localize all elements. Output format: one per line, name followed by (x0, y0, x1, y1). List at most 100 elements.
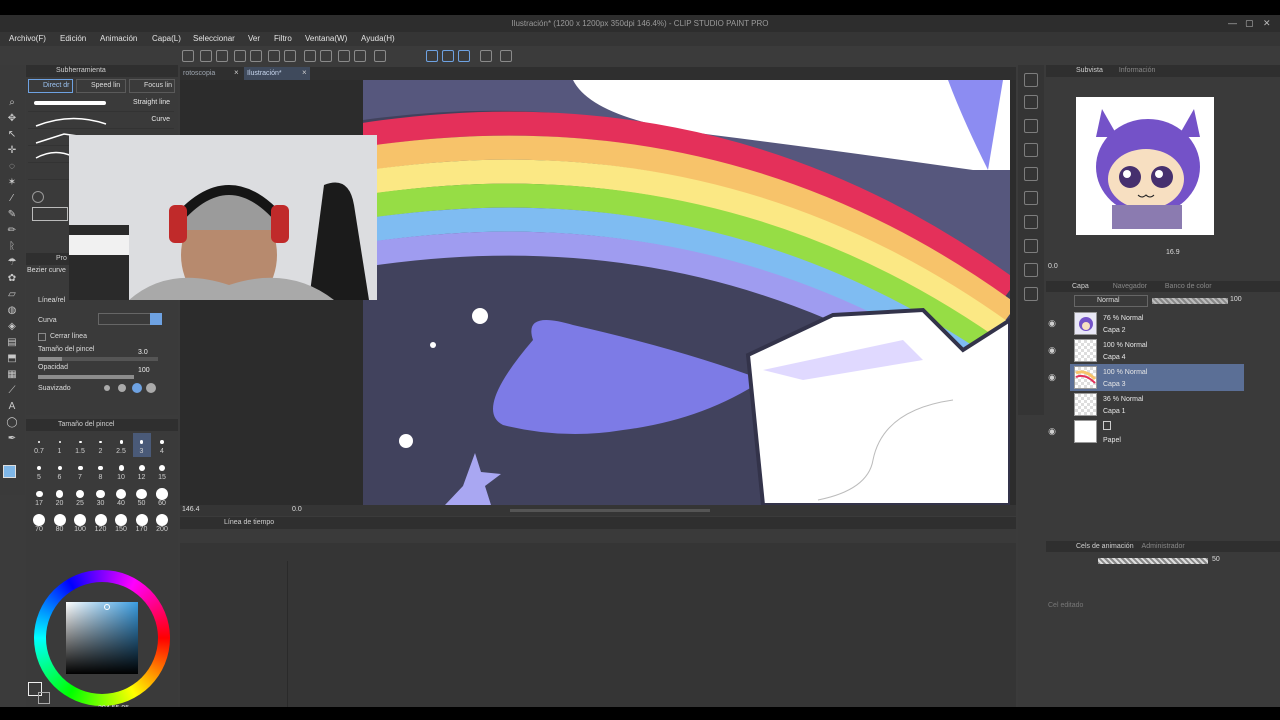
brush-size-cell[interactable]: 6 (51, 459, 70, 483)
tab-focus-lines[interactable]: Focus lin (129, 79, 175, 93)
brush-size-cell[interactable]: 50 (133, 485, 152, 509)
brush-curve[interactable]: Curve (28, 112, 174, 129)
layer-property-icon[interactable] (1024, 191, 1038, 205)
menu-animacion[interactable]: Animación (100, 34, 137, 43)
layer-row-capa-3[interactable]: 100 % Normal Capa 3 (1070, 364, 1244, 391)
brush-size-cell[interactable]: 5 (30, 459, 49, 483)
close-icon[interactable]: ✕ (1263, 15, 1271, 32)
circle-shape-icon[interactable] (32, 191, 44, 203)
subview-reference-image[interactable] (1076, 97, 1214, 235)
close-tab-icon[interactable]: × (302, 68, 307, 77)
tab-manager[interactable]: Administrador (1142, 543, 1185, 550)
ruler-snap-icon[interactable] (426, 50, 438, 62)
auto-actions-icon[interactable] (1024, 239, 1038, 253)
brush-size-cell[interactable]: 3 (132, 433, 151, 457)
color-picker-handle[interactable] (104, 604, 110, 610)
brush-size-slider[interactable] (38, 357, 158, 361)
subview-rotation-value[interactable]: 0.0 (1048, 263, 1058, 270)
layer-search-icon[interactable] (1024, 263, 1038, 277)
brush-size-cell[interactable]: 12 (133, 459, 152, 483)
brush-size-cell[interactable]: 4 (153, 433, 172, 457)
brush-size-cell[interactable]: 70 (30, 511, 49, 535)
opacity-value[interactable]: 100 (138, 367, 150, 374)
gradient-icon[interactable]: ▤ (6, 337, 18, 349)
brush-size-cell[interactable]: 2.5 (112, 433, 131, 457)
reference-icon[interactable] (1024, 167, 1038, 181)
maximize-icon[interactable]: ▢ (1245, 15, 1254, 32)
menu-archivo[interactable]: Archivo(F) (9, 34, 46, 43)
layer-opacity-slider[interactable] (1152, 298, 1228, 304)
tab-animation-cels[interactable]: Cels de animación (1076, 543, 1134, 550)
curve-type-selector[interactable] (98, 313, 158, 325)
brush-size-cell[interactable]: 20 (51, 485, 70, 509)
layer-row-capa-1[interactable]: 36 % Normal Capa 1 (1070, 391, 1244, 418)
tab-rotoscopia[interactable]: rotoscopia (180, 67, 242, 80)
pen-icon[interactable]: ✎ (6, 209, 18, 221)
brush-size-cell[interactable]: 0.7 (30, 433, 49, 457)
brush-size-cell[interactable]: 120 (92, 511, 111, 535)
grid-snap-icon[interactable] (458, 50, 470, 62)
brush-size-cell[interactable]: 15 (153, 459, 172, 483)
sub-color-swatch[interactable] (38, 692, 50, 704)
tab-color-set[interactable]: Banco de color (1165, 283, 1212, 290)
close-tab-icon[interactable]: × (234, 68, 239, 77)
save-icon[interactable] (216, 50, 228, 62)
tab-ilustracion[interactable]: Ilustración* (244, 67, 310, 80)
print-icon[interactable] (250, 50, 262, 62)
transform-icon[interactable] (354, 50, 366, 62)
new-file-icon[interactable] (182, 50, 194, 62)
main-color-chip[interactable] (3, 465, 16, 478)
smoothing-presets[interactable] (104, 383, 162, 393)
menu-capa[interactable]: Capa(L) (152, 34, 181, 43)
brush-straight-line[interactable]: Straight line (28, 95, 174, 112)
blend-mode-select[interactable]: Normal (1074, 295, 1148, 307)
zoom-value[interactable]: 146.4 (182, 506, 200, 513)
fill-bucket-icon[interactable]: ◈ (6, 321, 18, 333)
curve-type-selected[interactable] (150, 313, 162, 325)
correct-line-icon[interactable]: ✒ (6, 433, 18, 445)
deselect-icon[interactable] (374, 50, 386, 62)
brush-size-cell[interactable]: 8 (92, 459, 111, 483)
menu-edicion[interactable]: Edición (60, 34, 86, 43)
brush-size-cell[interactable]: 1.5 (71, 433, 90, 457)
brush-size-cell[interactable]: 40 (112, 485, 131, 509)
tab-navigator[interactable]: Navegador (1113, 283, 1147, 290)
brush-size-cell[interactable]: 80 (51, 511, 70, 535)
zoom-icon[interactable]: ⌕ (6, 97, 18, 109)
clear-layer-icon[interactable] (1024, 119, 1038, 133)
layer-row-capa-2[interactable]: 76 % Normal Capa 2 (1070, 310, 1244, 337)
open-file-icon[interactable] (200, 50, 212, 62)
layer-row-capa-4[interactable]: 100 % Normal Capa 4 (1070, 337, 1244, 364)
move-icon[interactable]: ✥ (6, 113, 18, 125)
brush-size-cell[interactable]: 17 (30, 485, 49, 509)
opacity-slider[interactable] (38, 375, 134, 379)
crop-icon[interactable] (320, 50, 332, 62)
visibility-eye-icon[interactable]: ◉ (1047, 372, 1057, 382)
eyedropper-icon[interactable]: ⁄ (6, 193, 18, 205)
ruler-icon[interactable]: ⟋ (6, 385, 18, 397)
item-bank-icon[interactable] (1024, 287, 1038, 301)
brush-size-cell[interactable]: 7 (71, 459, 90, 483)
brush-size-cell[interactable]: 170 (133, 511, 152, 535)
eraser-icon[interactable]: ▱ (6, 289, 18, 301)
brush-size-cell[interactable]: 2 (92, 433, 111, 457)
tab-speed-lines[interactable]: Speed lin (76, 79, 126, 93)
special-ruler-snap-icon[interactable] (442, 50, 454, 62)
cel-opacity-value[interactable]: 50 (1212, 556, 1220, 563)
auto-select-icon[interactable]: ✶ (6, 177, 18, 189)
balloon-icon[interactable]: ◯ (6, 417, 18, 429)
material-icon[interactable] (1024, 95, 1038, 109)
rect-shape-icon[interactable] (32, 207, 68, 221)
subview-zoom-value[interactable]: 16.9 (1166, 249, 1180, 256)
tab-direct-draw[interactable]: Direct dr (28, 79, 73, 93)
artwork-canvas[interactable] (363, 80, 1010, 505)
move-layer-icon[interactable]: ✛ (6, 145, 18, 157)
brush-size-cell[interactable]: 10 (112, 459, 131, 483)
layer-row-papel[interactable]: Papel (1070, 418, 1244, 445)
timeline-toolbar[interactable] (180, 529, 1016, 543)
selection-icon[interactable]: ◌ (6, 161, 18, 173)
frame-icon[interactable]: ▦ (6, 369, 18, 381)
brush-size-cell[interactable]: 150 (112, 511, 131, 535)
menu-ver[interactable]: Ver (248, 34, 260, 43)
fill-layer-icon[interactable] (1024, 143, 1038, 157)
